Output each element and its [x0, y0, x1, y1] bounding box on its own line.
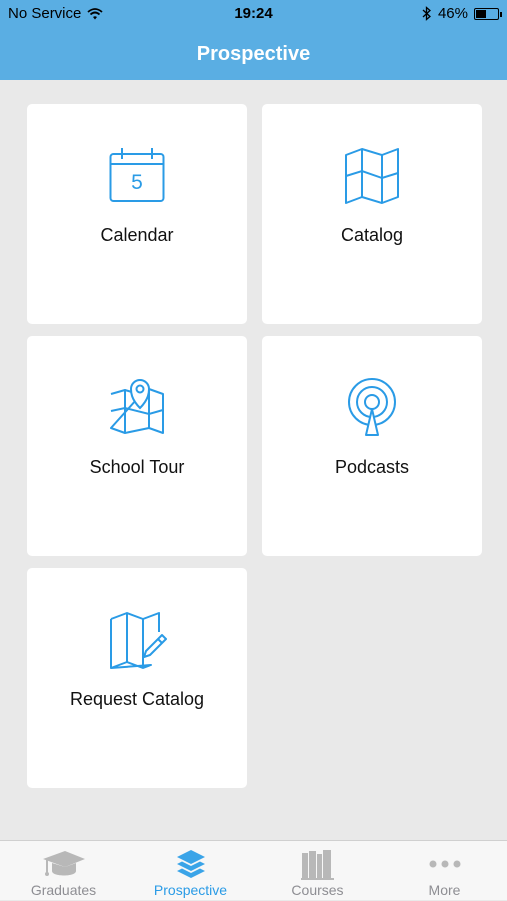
battery-percent: 46% — [437, 5, 468, 22]
tab-prospective[interactable]: Prospective — [127, 841, 254, 901]
tile-catalog[interactable]: Catalog — [262, 104, 482, 324]
tab-courses[interactable]: Courses — [254, 841, 381, 901]
tab-label: Graduates — [30, 882, 97, 898]
tab-more[interactable]: More — [381, 841, 507, 901]
layers-icon — [176, 850, 205, 878]
tab-graduates[interactable]: Graduates — [0, 841, 127, 901]
tab-label: Courses — [291, 882, 344, 898]
tile-label: Calendar — [100, 225, 174, 245]
books-icon — [300, 850, 334, 880]
status-right: 46% — [422, 5, 502, 22]
tile-request-catalog[interactable]: Request Catalog — [27, 568, 247, 788]
more-dots-icon — [429, 860, 460, 868]
tile-calendar[interactable]: 5 Calendar — [27, 104, 247, 324]
tile-label: School Tour — [89, 457, 185, 477]
tile-label: Request Catalog — [69, 689, 205, 709]
tile-label: Catalog — [340, 225, 404, 245]
tile-school-tour[interactable]: School Tour — [27, 336, 247, 556]
bluetooth-icon — [422, 6, 431, 21]
map-icon — [345, 148, 399, 204]
calendar-day: 5 — [131, 171, 143, 194]
map-pin-icon — [110, 379, 164, 434]
battery-icon — [474, 7, 502, 20]
nav-bar: Prospective — [0, 28, 507, 80]
tab-bar: Graduates Prospective Courses More — [0, 840, 507, 900]
map-edit-icon — [110, 612, 167, 669]
calendar-icon: 5 — [109, 148, 165, 202]
podcast-icon — [348, 378, 396, 436]
tile-podcasts[interactable]: Podcasts — [262, 336, 482, 556]
tile-grid: 5 Calendar Catalog School Tour Podcasts … — [0, 80, 507, 840]
tile-label: Podcasts — [334, 457, 410, 477]
tab-label: Prospective — [153, 882, 228, 898]
battery-fill — [476, 9, 486, 18]
page-title: Prospective — [196, 42, 311, 65]
tab-label: More — [428, 882, 461, 898]
status-bar: No Service 19:24 46% — [0, 0, 507, 28]
graduation-cap-icon — [42, 851, 85, 876]
